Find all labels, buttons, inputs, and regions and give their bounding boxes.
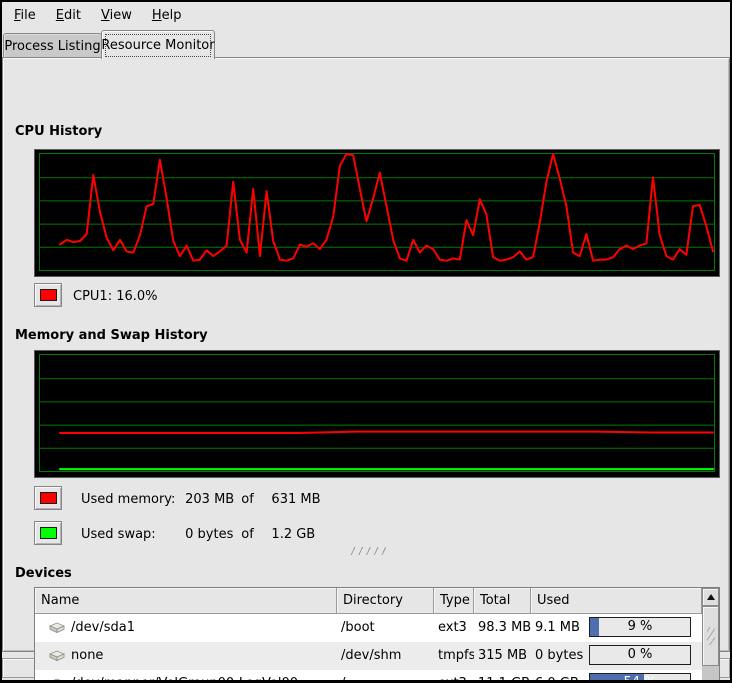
usage-progress-bar: 54 % xyxy=(589,673,691,683)
used-memory-legend: Used memory: 203 MB of 631 MB xyxy=(81,492,321,507)
memory-total-value: 631 MB xyxy=(271,492,320,507)
cpu1-legend-label: CPU1: 16.0% xyxy=(73,289,158,304)
device-total: 11.1 GB xyxy=(474,670,531,683)
column-header-directory[interactable]: Directory xyxy=(337,588,434,614)
device-directory: /boot xyxy=(337,614,434,642)
column-header-name[interactable]: Name xyxy=(35,588,337,614)
device-type: ext3 xyxy=(434,670,474,683)
menu-edit[interactable]: Edit xyxy=(46,4,91,27)
usage-progress-bar: 9 % xyxy=(589,617,691,637)
device-name: none xyxy=(71,642,103,670)
used-swap-legend: Used swap: 0 bytes of 1.2 GB xyxy=(81,527,315,542)
usage-percent-label: 54 % xyxy=(590,674,690,683)
devices-title: Devices xyxy=(15,566,72,581)
table-row[interactable]: /dev/sda1 /boot ext3 98.3 MB 9.1 MB 9 % xyxy=(35,614,702,642)
arrow-up-icon xyxy=(707,594,715,600)
tab-process-listing[interactable]: Process Listing xyxy=(3,33,102,59)
memory-swap-title: Memory and Swap History xyxy=(15,328,208,343)
device-used: 0 bytes xyxy=(535,648,583,663)
cpu-history-title: CPU History xyxy=(15,124,102,139)
scrollbar-thumb[interactable] xyxy=(702,606,719,666)
device-directory: /dev/shm xyxy=(337,642,434,670)
table-row[interactable]: none /dev/shm tmpfs 315 MB 0 bytes 0 % xyxy=(35,642,702,670)
used-swap-label: Used swap: xyxy=(81,527,181,542)
tab-resource-monitor[interactable]: Resource Monitor xyxy=(101,30,215,59)
used-memory-value: 203 MB xyxy=(185,492,237,507)
memory-swap-graph xyxy=(34,350,720,478)
vertical-scrollbar[interactable] xyxy=(702,588,719,683)
usage-percent-label: 0 % xyxy=(590,646,690,664)
devices-table: Name Directory Type Total Used /dev/sda1… xyxy=(34,587,720,683)
device-used: 9.1 MB xyxy=(535,620,580,635)
disk-icon xyxy=(49,650,65,662)
swap-total-value: 1.2 GB xyxy=(271,527,315,542)
used-memory-color-button[interactable] xyxy=(34,486,62,510)
usage-progress-bar: 0 % xyxy=(589,645,691,665)
tab-process-listing-label: Process Listing xyxy=(4,39,100,54)
device-total: 98.3 MB xyxy=(474,614,531,642)
disk-icon xyxy=(49,678,65,683)
device-name: /dev/sda1 xyxy=(71,614,135,642)
devices-table-rows: /dev/sda1 /boot ext3 98.3 MB 9.1 MB 9 % xyxy=(35,614,702,683)
used-swap-value: 0 bytes xyxy=(185,527,237,542)
device-type: tmpfs xyxy=(434,642,474,670)
menu-view[interactable]: View xyxy=(91,4,142,27)
used-swap-of: of xyxy=(241,527,267,542)
resource-monitor-page: CPU History CPU1: 16.0% Memory and Swap … xyxy=(2,57,730,652)
used-swap-color-button[interactable] xyxy=(34,521,62,545)
column-header-used[interactable]: Used xyxy=(531,588,702,614)
used-swap-color-swatch xyxy=(40,527,57,539)
cpu1-color-swatch xyxy=(40,289,57,301)
used-memory-of: of xyxy=(241,492,267,507)
disk-icon xyxy=(49,622,65,634)
system-monitor-window: File Edit View Help Process Listing Reso… xyxy=(0,0,732,683)
used-memory-label: Used memory: xyxy=(81,492,181,507)
table-row[interactable]: /dev/mapper/VolGroup00-LogVol00 / ext3 1… xyxy=(35,670,702,683)
device-total: 315 MB xyxy=(474,642,531,670)
device-used: 6.0 GB xyxy=(535,676,579,683)
devices-table-header: Name Directory Type Total Used xyxy=(35,588,702,614)
tab-resource-monitor-label: Resource Monitor xyxy=(101,38,214,53)
device-type: ext3 xyxy=(434,614,474,642)
device-name: /dev/mapper/VolGroup00-LogVol00 xyxy=(71,670,298,683)
menubar: File Edit View Help xyxy=(2,2,730,29)
device-directory: / xyxy=(337,670,434,683)
cpu-history-graph xyxy=(34,149,720,277)
pane-resize-grip[interactable] xyxy=(351,547,389,555)
used-memory-color-swatch xyxy=(40,492,57,504)
menu-help[interactable]: Help xyxy=(142,4,192,27)
usage-percent-label: 9 % xyxy=(590,618,690,636)
scroll-up-button[interactable] xyxy=(702,588,719,606)
column-header-type[interactable]: Type xyxy=(434,588,474,614)
column-header-total[interactable]: Total xyxy=(474,588,531,614)
menu-file[interactable]: File xyxy=(4,4,46,27)
cpu1-color-button[interactable] xyxy=(34,283,62,307)
